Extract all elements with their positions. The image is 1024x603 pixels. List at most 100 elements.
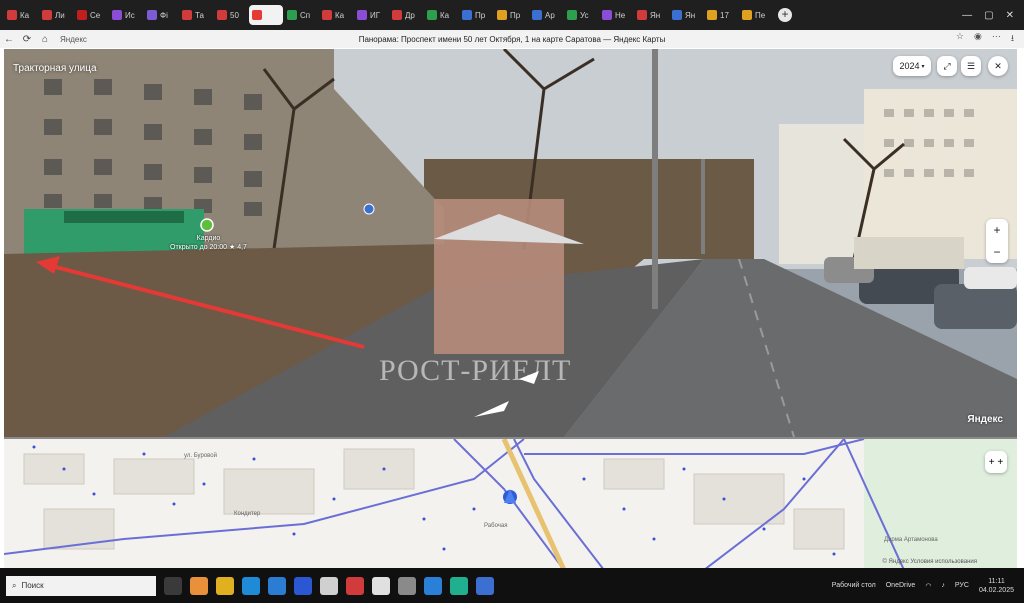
tab-favicon-icon [427, 10, 437, 20]
home-icon[interactable]: ⌂ [36, 34, 54, 45]
url-domain[interactable]: Яндекс [60, 35, 87, 44]
taskbar: ⌕ Поиск Рабочий стол OneDrive ◠ ♪ РУС 11… [0, 568, 1024, 603]
messenger-icon[interactable] [450, 576, 468, 595]
tab-label: Пр [510, 10, 521, 20]
tray-onedrive[interactable]: OneDrive [886, 582, 916, 589]
page-title: Панорама: Проспект имени 50 лет Октября,… [358, 34, 666, 44]
tray-desktop[interactable]: Рабочий стол [832, 582, 876, 589]
browser-tab[interactable]: Сп [284, 5, 318, 25]
notes-icon[interactable] [320, 576, 338, 595]
browser-tab[interactable]: Ис [109, 5, 143, 25]
file-explorer-icon[interactable] [216, 576, 234, 595]
browser-tab[interactable]: Др [389, 5, 423, 25]
tab-favicon-icon [217, 10, 227, 20]
browser-tab[interactable]: Пр [494, 5, 528, 25]
poi-label[interactable]: Кардио Открыто до 20:00 ★ 4,7 [170, 234, 247, 252]
browser-tab[interactable] [249, 5, 283, 25]
zoom-in-button[interactable]: + [986, 219, 1008, 241]
mail-icon[interactable] [424, 576, 442, 595]
tab-favicon-icon [602, 10, 612, 20]
browser-tab[interactable]: Пр [459, 5, 493, 25]
tab-favicon-icon [672, 10, 682, 20]
location-icon[interactable]: ◉ [974, 31, 982, 47]
street-label: Тракторная улица [13, 63, 97, 74]
tab-label: Ка [335, 10, 345, 20]
browser-tab[interactable]: ИГ [354, 5, 388, 25]
language-indicator[interactable]: РУС [955, 582, 969, 589]
browser-tab-strip: Ка Ли Се Ис Фі Та 50 Сп Ка ИГ Др Ка Пр Пр Ар Ус Не Ян Ян 17… [0, 0, 1024, 30]
browser-tab[interactable]: Пе [739, 5, 773, 25]
widget-icon[interactable] [190, 576, 208, 595]
folder-icon[interactable] [398, 576, 416, 595]
tab-favicon-icon [252, 10, 262, 20]
tab-label: Та [195, 10, 204, 20]
browser-tab[interactable]: Ли [39, 5, 73, 25]
store-icon[interactable] [268, 576, 286, 595]
close-panorama-button[interactable]: ✕ [988, 56, 1008, 76]
fullscreen-button[interactable]: ⤢ [937, 56, 957, 76]
map-label-1: ул. Буровой [184, 453, 217, 459]
download-icon[interactable]: ⭳ [1011, 31, 1014, 47]
window-close-icon[interactable]: ✕ [1006, 10, 1014, 21]
tab-favicon-icon [77, 10, 87, 20]
tab-label: Пр [475, 10, 486, 20]
photos-icon[interactable] [476, 576, 494, 595]
browser-tab[interactable]: Ка [319, 5, 353, 25]
mini-map[interactable]: ул. Буровой Кондитер Дарма Артамонова Ра… [4, 437, 1017, 568]
reload-icon[interactable]: ⟳ [18, 34, 36, 45]
edge-icon[interactable] [242, 576, 260, 595]
browser-tab[interactable]: Ян [634, 5, 668, 25]
tab-list: Ка Ли Се Ис Фі Та 50 Сп Ка ИГ Др Ка Пр Пр Ар Ус Не Ян Ян 17… [4, 5, 774, 25]
volume-icon[interactable]: ♪ [941, 582, 945, 589]
browser-tab[interactable]: Ян [669, 5, 703, 25]
map-zoom-button[interactable]: + + [985, 451, 1007, 473]
tab-label: Сп [300, 10, 311, 20]
browser-tab[interactable]: Се [74, 5, 108, 25]
fullscreen-icon: ⤢ [943, 60, 951, 71]
tab-label: Пе [755, 10, 766, 20]
browser-tab[interactable]: Ка [424, 5, 458, 25]
tab-favicon-icon [322, 10, 332, 20]
system-tray: Рабочий стол OneDrive ◠ ♪ РУС 11:11 04.0… [832, 577, 1024, 595]
new-tab-button[interactable]: + [778, 8, 792, 22]
tab-label: ИГ [370, 10, 381, 20]
close-icon: ✕ [994, 60, 1002, 71]
map-copyright[interactable]: © Яндекс Условия использования [882, 559, 977, 565]
tab-favicon-icon [532, 10, 542, 20]
clock[interactable]: 11:11 04.02.2025 [979, 577, 1014, 595]
outlook-icon[interactable] [294, 576, 312, 595]
taskbar-search[interactable]: ⌕ Поиск [6, 575, 156, 596]
extensions-icon[interactable]: ⋯ [992, 31, 1001, 47]
browser-tab[interactable]: Ка [4, 5, 38, 25]
tab-label: 17 [720, 10, 729, 20]
poi-hours: Открыто до 20:00 ★ 4,7 [170, 244, 247, 251]
tab-favicon-icon [287, 10, 297, 20]
browser-tab[interactable]: 17 [704, 5, 738, 25]
maximize-icon[interactable]: ▢ [984, 10, 993, 21]
browser-tab[interactable]: Фі [144, 5, 178, 25]
task-view-icon[interactable] [164, 576, 182, 595]
bookmark-icon[interactable]: ☆ [956, 31, 964, 47]
tab-label: Ян [650, 10, 661, 20]
tab-favicon-icon [567, 10, 577, 20]
menu-button[interactable]: ☰ [961, 56, 981, 76]
browser-tab[interactable]: Ус [564, 5, 598, 25]
browser-tab[interactable]: Ар [529, 5, 563, 25]
yandex-browser-icon[interactable] [372, 576, 390, 595]
minimize-icon[interactable]: — [962, 10, 972, 21]
search-icon: ⌕ [12, 580, 17, 590]
poi-name: Кардио [196, 235, 221, 242]
browser-tab[interactable]: 50 [214, 5, 248, 25]
browser-tab[interactable]: Не [599, 5, 633, 25]
browser-tab[interactable]: Та [179, 5, 213, 25]
taskbar-apps [164, 576, 494, 595]
clock-time: 11:11 [988, 577, 1005, 585]
wifi-icon[interactable]: ◠ [925, 582, 931, 590]
tab-label: Ли [55, 10, 65, 20]
year-selector[interactable]: 2024 ▾ [893, 56, 931, 76]
back-icon[interactable]: ← [0, 34, 18, 45]
panorama-view[interactable]: Тракторная улица Кардио Открыто до 20:00… [4, 49, 1017, 437]
zoom-out-button[interactable]: − [986, 241, 1008, 263]
media-icon[interactable] [346, 576, 364, 595]
tab-label: Ус [580, 10, 589, 20]
